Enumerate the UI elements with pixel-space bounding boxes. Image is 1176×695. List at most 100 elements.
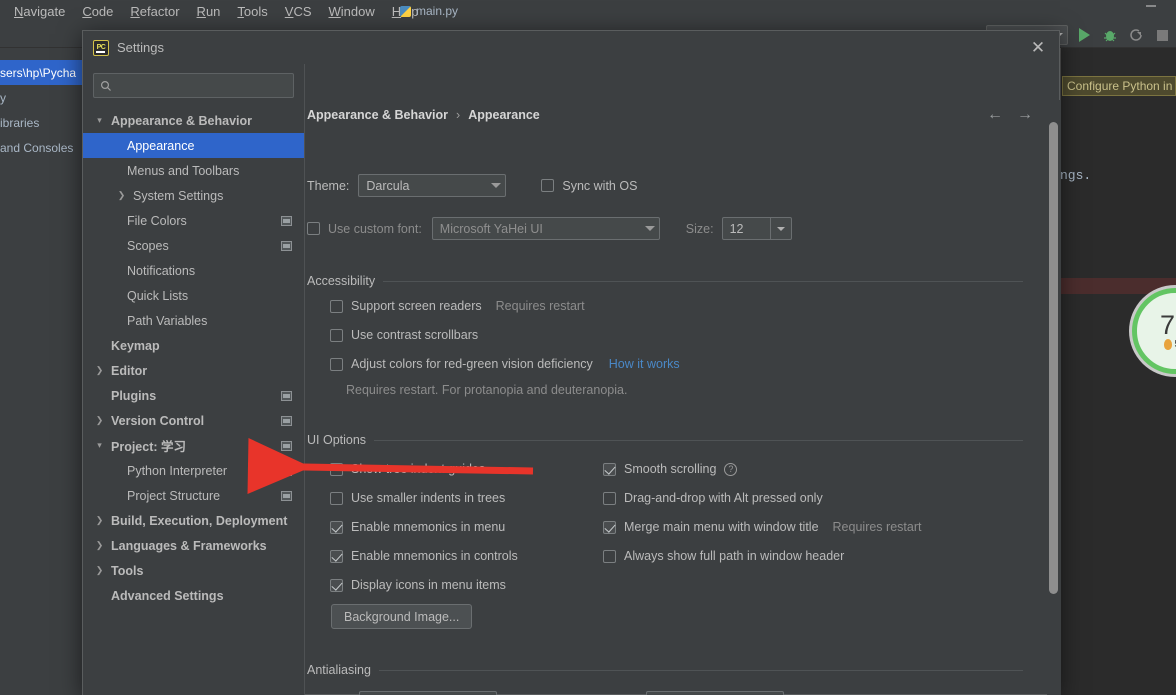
chevron-right-icon[interactable]: ❯ [94, 540, 105, 551]
search-input[interactable] [116, 78, 287, 93]
sidebar-item-editor[interactable]: ❯ Editor [83, 358, 304, 383]
checkbox-always-show-full-path-in-window-header[interactable]: Always show full path in window header [603, 549, 844, 563]
sidebar-item-languages-frameworks[interactable]: ❯ Languages & Frameworks [83, 533, 304, 558]
checkbox-box [541, 179, 555, 192]
configure-python-banner[interactable]: Configure Python in [1062, 76, 1176, 96]
menu-item-window[interactable]: Window [329, 4, 375, 19]
settings-tree: ▾ Appearance & Behavior Appearance Menus an… [83, 108, 304, 608]
checkbox-box [307, 222, 320, 235]
sidebar-item-system-settings[interactable]: ❯ System Settings [83, 183, 304, 208]
project-tree-row[interactable]: ibraries [0, 110, 82, 135]
theme-select[interactable]: Darcula [358, 174, 507, 197]
sidebar-item-menus-and-toolbars[interactable]: Menus and Toolbars [83, 158, 304, 183]
sidebar-item-label: Keymap [111, 338, 160, 353]
sidebar-item-advanced-settings[interactable]: Advanced Settings [83, 583, 304, 608]
project-scope-icon [281, 440, 292, 451]
ui-option-row: Always show full path in window header [603, 549, 844, 563]
project-tree-row[interactable]: y [0, 85, 82, 110]
project-scope-icon [281, 415, 292, 426]
chevron-down-icon[interactable]: ▾ [94, 440, 105, 451]
checkbox-box [603, 462, 616, 476]
accessibility-option-row: Use contrast scrollbars [330, 328, 478, 342]
checkbox-box [330, 462, 343, 476]
background-image-button[interactable]: Background Image... [331, 604, 473, 629]
gauge-subvalue: 57 [1164, 339, 1176, 350]
project-scope-icon [281, 490, 292, 501]
menu-item-code[interactable]: Code [82, 4, 113, 19]
sidebar-item-notifications[interactable]: Notifications [83, 258, 304, 283]
chevron-right-icon[interactable]: ❯ [94, 515, 105, 526]
accessibility-group-header: Accessibility [307, 274, 1023, 288]
sidebar-item-version-control[interactable]: ❯ Version Control [83, 408, 304, 433]
chevron-right-icon[interactable]: ❯ [116, 190, 127, 201]
sidebar-item-project-structure[interactable]: Project Structure [83, 483, 304, 508]
chevron-right-icon[interactable]: ❯ [94, 365, 105, 376]
custom-font-select[interactable]: Microsoft YaHei UI [431, 217, 660, 240]
checkbox-label: Support screen readers [351, 299, 482, 313]
window-minimize-button[interactable] [1140, 1, 1162, 15]
sync-with-os-checkbox[interactable]: Sync with OS [541, 179, 637, 193]
help-icon[interactable]: ? [724, 462, 738, 476]
font-size-label: Size: [685, 221, 714, 236]
chevron-down-icon [491, 183, 502, 188]
checkbox-label: Enable mnemonics in controls [351, 549, 518, 563]
checkbox-adjust-colors-for-red-green-vision-deficiency[interactable]: Adjust colors for red-green vision defic… [330, 357, 593, 371]
checkbox-use-smaller-indents-in-trees[interactable]: Use smaller indents in trees [330, 491, 505, 505]
theme-value: Darcula [366, 178, 410, 193]
sidebar-item-appearance[interactable]: Appearance [83, 133, 304, 158]
editor-tab-main[interactable]: main.py [400, 0, 458, 22]
checkbox-support-screen-readers[interactable]: Support screen readers [330, 299, 482, 313]
sidebar-item-python-interpreter[interactable]: Python Interpreter [83, 458, 304, 483]
checkbox-enable-mnemonics-in-menu[interactable]: Enable mnemonics in menu [330, 520, 505, 534]
breadcrumb-parent[interactable]: Appearance & Behavior [307, 108, 448, 122]
menu-item-vcs[interactable]: VCS [285, 4, 312, 19]
sidebar-item-quick-lists[interactable]: Quick Lists [83, 283, 304, 308]
group-divider [383, 280, 1023, 282]
sidebar-item-plugins[interactable]: Plugins [83, 383, 304, 408]
debug-button[interactable] [1100, 25, 1120, 45]
checkbox-display-icons-in-menu-items[interactable]: Display icons in menu items [330, 578, 506, 592]
sidebar-item-label: Project: 学习 [111, 440, 187, 454]
how-it-works-link[interactable]: How it works [609, 357, 680, 371]
use-custom-font-checkbox[interactable]: Use custom font: [307, 222, 422, 236]
sidebar-item-file-colors[interactable]: File Colors [83, 208, 304, 233]
run-button[interactable] [1074, 25, 1094, 45]
checkbox-smooth-scrolling[interactable]: Smooth scrolling [603, 462, 716, 476]
checkbox-use-contrast-scrollbars[interactable]: Use contrast scrollbars [330, 328, 478, 342]
sidebar-item-project[interactable]: ▾ Project: 学习 [83, 433, 304, 458]
theme-row: Theme: Darcula Sync with OS [307, 174, 637, 197]
antialiasing-title: Antialiasing [307, 663, 371, 677]
chevron-down-icon[interactable]: ▾ [94, 115, 105, 126]
search-box[interactable] [93, 73, 294, 98]
sidebar-item-label: Quick Lists [127, 288, 189, 303]
project-tree-row[interactable]: sers\hp\Pycha [0, 60, 82, 85]
chevron-right-icon[interactable]: ❯ [94, 565, 105, 576]
checkbox-merge-main-menu-with-window-title[interactable]: Merge main menu with window title [603, 520, 819, 534]
menu-item-refactor[interactable]: Refactor [130, 4, 179, 19]
sidebar-item-path-variables[interactable]: Path Variables [83, 308, 304, 333]
sidebar-item-tools[interactable]: ❯ Tools [83, 558, 304, 583]
menu-item-run[interactable]: Run [197, 4, 221, 19]
sidebar-item-appearance-behavior[interactable]: ▾ Appearance & Behavior [83, 108, 304, 133]
font-size-spinner[interactable]: 12 [721, 217, 792, 240]
chevron-right-icon[interactable]: ❯ [94, 415, 105, 426]
antialiasing-editor-select[interactable]: Subpixel [646, 691, 785, 695]
run-coverage-button[interactable] [1126, 25, 1146, 45]
close-icon[interactable]: ✕ [1027, 37, 1049, 59]
antialiasing-ide-select[interactable]: Subpixel [359, 691, 498, 695]
menu-item-tools[interactable]: Tools [237, 4, 267, 19]
checkbox-show-tree-indent-guides[interactable]: Show tree indent guides [330, 462, 485, 476]
menu-item-navigate[interactable]: NNavigateavigate [14, 4, 65, 19]
sidebar-item-build-execution-deployment[interactable]: ❯ Build, Execution, Deployment [83, 508, 304, 533]
checkbox-drag-and-drop-with-alt-pressed-only[interactable]: Drag-and-drop with Alt pressed only [603, 491, 823, 505]
checkbox-enable-mnemonics-in-controls[interactable]: Enable mnemonics in controls [330, 549, 518, 563]
sidebar-item-keymap[interactable]: Keymap [83, 333, 304, 358]
stop-button[interactable] [1152, 25, 1172, 45]
sidebar-item-scopes[interactable]: Scopes [83, 233, 304, 258]
spinner-dropdown-icon[interactable] [769, 218, 791, 239]
project-tree-row[interactable]: and Consoles [0, 135, 82, 160]
chevron-down-icon [644, 226, 655, 231]
project-tree-background: sers\hp\Pycha y ibraries and Consoles [0, 60, 82, 160]
